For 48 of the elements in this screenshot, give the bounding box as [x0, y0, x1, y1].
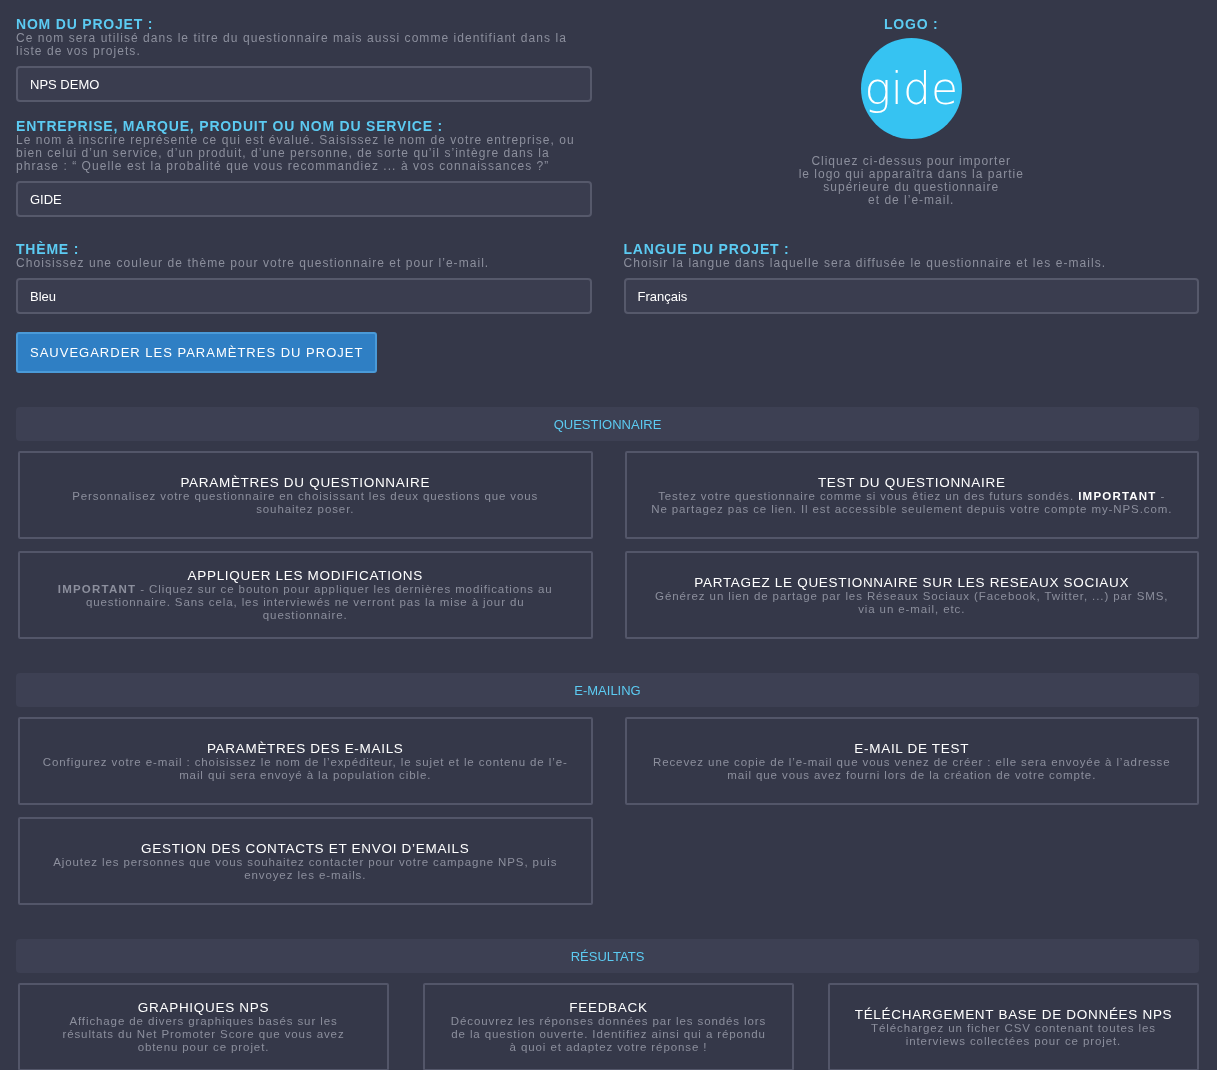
card-title: GRAPHIQUES NPS: [137, 1000, 270, 1015]
input-field[interactable]: Bleu: [16, 278, 592, 314]
field-help-text: Le nom à inscrire représente ce qui est évalué. Saisissez le nom de votre entreprise, ou bien celui d’un service, d’un produit, d’une personne, de sorte qu’il s’intègre dans la phrase : “ Quelle est la probalité que vous recommandiez ... à vos connaissances ?”: [16, 134, 576, 173]
action-card[interactable]: E-MAIL DE TEST Recevez une copie de l’e-mail que vous venez de créer : elle sera envoyée à l’adresse mail que vous avez fourni lors de la création de votre compte.: [624, 717, 1199, 805]
section-header: RÉSULTATS: [16, 939, 1199, 973]
field-help-text: Ce nom sera utilisé dans le titre du questionnaire mais aussi comme identifiant dans la liste de vos projets.: [16, 32, 568, 58]
section-header: QUESTIONNAIRE: [16, 407, 1199, 441]
field-label: LANGUE DU PROJET :: [623, 241, 791, 257]
card-description: Affichage de divers graphiques basés sur les résultats du Net Promoter Score que vous avez obtenu pour ce projet.: [61, 1015, 346, 1054]
action-card[interactable]: PARTAGEZ LE QUESTIONNAIRE SUR LES RESEAUX SOCIAUX Générez un lien de partage par les Réseaux Sociaux (Facebook, Twitter, ...) par SMS, via un e-mail, etc.: [624, 551, 1199, 639]
logo-label: LOGO :: [883, 16, 939, 32]
input-field[interactable]: Français: [623, 278, 1199, 314]
action-card[interactable]: APPLIQUER LES MODIFICATIONS IMPORTANT - Cliquez sur ce bouton pour appliquer les dernières modifications au questionnaire. Sans cela, les interviewés ne verront pas la mise à jour du questionnaire.: [18, 551, 593, 639]
action-card[interactable]: GRAPHIQUES NPS Affichage de divers graphiques basés sur les résultats du Net Promoter Score que vous avez obtenu pour ce projet.: [18, 983, 389, 1070]
card-title: APPLIQUER LES MODIFICATIONS: [187, 568, 423, 583]
action-card[interactable]: GESTION DES CONTACTS ET ENVOI D’EMAILS Ajoutez les personnes que vous souhaitez contacter pour votre campagne NPS, puis envoyez les e-mails.: [18, 817, 593, 905]
card-title: FEEDBACK: [569, 1000, 648, 1015]
card-description: Configurez votre e-mail : choisissez le nom de l’expéditeur, le sujet et le contenu de l’e-mail qui sera envoyé à la population cible.: [42, 755, 569, 782]
logo-help-text: Cliquez ci-dessus pour importer le logo qui apparaîtra dans la partie supérieure du questionnaire et de l’e-mail.: [798, 155, 1024, 207]
field-label: NOM DU PROJET :: [16, 16, 155, 32]
action-card[interactable]: PARAMÈTRES DU QUESTIONNAIRE Personnalisez votre questionnaire en choisissant les deux questions que vous souhaitez poser.: [18, 451, 593, 539]
card-description: IMPORTANT - Cliquez sur ce bouton pour appliquer les dernières modifications au questionnaire. Sans cela, les interviewés ne verront pas la mise à jour du questionnaire.: [56, 583, 554, 622]
card-description: Ajoutez les personnes que vous souhaitez contacter pour votre campagne NPS, puis envoyez les e-mails.: [52, 855, 559, 882]
input-field[interactable]: GIDE: [16, 181, 592, 217]
card-title: PARTAGEZ LE QUESTIONNAIRE SUR LES RESEAUX SOCIAUX: [694, 574, 1130, 590]
action-card[interactable]: FEEDBACK Découvrez les réponses données par les sondés lors de la question ouverte. Identifiez ainsi qui a répondu à quoi et adaptez votre réponse !: [423, 983, 794, 1070]
action-card[interactable]: TEST DU QUESTIONNAIRE Testez votre questionnaire comme si vous êtiez un des futurs sondés. IMPORTANT - Ne partagez pas ce lien. Il est accessible seulement depuis votre compte my-NPS.com.: [624, 451, 1199, 539]
save-button[interactable]: SAUVEGARDER LES PARAMÈTRES DU PROJET: [16, 332, 378, 373]
field-help-text: Choisissez une couleur de thème pour votre questionnaire et pour l’e-mail.: [16, 257, 491, 270]
card-description: Générez un lien de partage par les Réseaux Sociaux (Facebook, Twitter, ...) par SMS, via un e-mail, etc.: [654, 589, 1170, 616]
card-description: Personnalisez votre questionnaire en choisissant les deux questions que vous souhaitez poser.: [71, 489, 540, 516]
field-label: ENTREPRISE, MARQUE, PRODUIT OU NOM DU SERVICE :: [16, 118, 445, 134]
card-description: Testez votre questionnaire comme si vous êtiez un des futurs sondés. IMPORTANT - Ne partagez pas ce lien. Il est accessible seulement depuis votre compte my-NPS.com.: [650, 489, 1174, 516]
field-label: THÈME :: [16, 241, 81, 257]
card-title: TÉLÉCHARGEMENT BASE DE DONNÉES NPS: [854, 1006, 1173, 1022]
card-title: TEST DU QUESTIONNAIRE: [817, 474, 1006, 490]
card-title: E-MAIL DE TEST: [854, 740, 970, 756]
card-description: Découvrez les réponses données par les sondés lors de la question ouverte. Identifiez ainsi qui a répondu à quoi et adaptez votre réponse !: [449, 1015, 768, 1054]
action-card[interactable]: PARAMÈTRES DES E-MAILS Configurez votre e-mail : choisissez le nom de l’expéditeur, le sujet et le contenu de l’e-mail qui sera envoyé à la population cible.: [18, 717, 593, 805]
input-field[interactable]: NPS DEMO: [16, 66, 592, 102]
section-header: E-MAILING: [16, 673, 1199, 707]
field-help-text: Choisir la langue dans laquelle sera diffusée le questionnaire et les e-mails.: [623, 257, 1108, 270]
card-description: Téléchargez un ficher CSV contenant toutes les interviews collectées pour ce projet.: [870, 1021, 1157, 1048]
card-title: PARAMÈTRES DU QUESTIONNAIRE: [180, 474, 431, 490]
card-title: PARAMÈTRES DES E-MAILS: [206, 740, 404, 756]
card-title: GESTION DES CONTACTS ET ENVOI D’EMAILS: [141, 840, 470, 856]
card-description: Recevez une copie de l’e-mail que vous venez de créer : elle sera envoyée à l’adresse mail que vous avez fourni lors de la création de votre compte.: [651, 755, 1172, 782]
action-card[interactable]: TÉLÉCHARGEMENT BASE DE DONNÉES NPS Téléchargez un ficher CSV contenant toutes les interviews collectées pour ce projet.: [828, 983, 1199, 1070]
